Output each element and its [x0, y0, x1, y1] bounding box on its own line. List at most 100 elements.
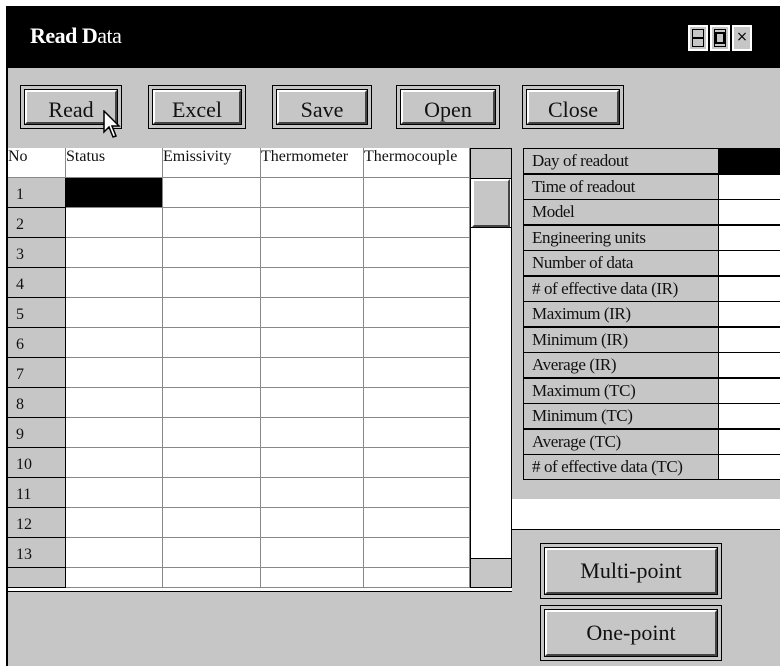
table-cell-emissivity[interactable] — [163, 418, 261, 448]
row-number[interactable]: 10 — [8, 448, 66, 478]
info-label: Engineering units — [523, 224, 719, 251]
table-cell-thermocouple[interactable] — [364, 268, 470, 298]
table-cell-emissivity[interactable] — [163, 268, 261, 298]
table-cell-thermometer[interactable] — [261, 418, 364, 448]
table-cell-emissivity[interactable] — [163, 388, 261, 418]
table-cell-status[interactable] — [66, 388, 163, 418]
column-header-emissivity[interactable]: Emissivity — [163, 148, 261, 178]
table-cell-thermocouple[interactable] — [364, 238, 470, 268]
row-number[interactable]: 4 — [8, 268, 66, 298]
table-cell-status[interactable] — [66, 538, 163, 568]
info-value — [719, 377, 780, 404]
table-cell-thermocouple[interactable] — [364, 388, 470, 418]
save-button[interactable]: Save — [272, 85, 372, 129]
table-cell-status[interactable] — [66, 268, 163, 298]
multi-point-label: Multi-point — [580, 558, 682, 583]
table-cell-thermometer[interactable] — [261, 388, 364, 418]
row-number[interactable]: 3 — [8, 238, 66, 268]
info-label: Minimum (TC) — [523, 403, 719, 429]
excel-button[interactable]: Excel — [148, 85, 246, 129]
info-row: Maximum (TC) — [523, 377, 780, 404]
row-number[interactable]: 12 — [8, 508, 66, 538]
row-number[interactable]: 2 — [8, 208, 66, 238]
table-cell-emissivity[interactable] — [163, 238, 261, 268]
table-cell-status[interactable] — [66, 208, 163, 238]
row-number[interactable]: 1 — [8, 178, 66, 208]
table-cell-thermometer[interactable] — [261, 508, 364, 538]
column-header-thermometer[interactable]: Thermometer — [261, 148, 364, 178]
table-cell-status[interactable] — [66, 328, 163, 358]
table-cell-emissivity[interactable] — [163, 478, 261, 508]
table-cell-thermocouple[interactable] — [364, 538, 470, 568]
table-cell-emissivity[interactable] — [163, 208, 261, 238]
table-cell-emissivity[interactable] — [163, 358, 261, 388]
mouse-pointer-icon — [103, 110, 121, 138]
row-number[interactable]: 8 — [8, 388, 66, 418]
table-cell-thermocouple[interactable] — [364, 508, 470, 538]
table-cell-emissivity[interactable] — [163, 298, 261, 328]
info-value — [719, 275, 780, 302]
table-cell-thermocouple[interactable] — [364, 418, 470, 448]
table-cell-thermocouple[interactable] — [364, 478, 470, 508]
table-cell-thermometer[interactable] — [261, 238, 364, 268]
table-cell-emissivity[interactable] — [163, 328, 261, 358]
row-number[interactable]: 13 — [8, 538, 66, 568]
row-number[interactable]: 7 — [8, 358, 66, 388]
multi-point-button[interactable]: Multi-point — [540, 543, 722, 599]
info-row: # of effective data (TC) — [523, 454, 780, 480]
table-cell-status[interactable] — [66, 448, 163, 478]
info-row: Model — [523, 199, 780, 225]
scrollbar-thumb[interactable] — [472, 179, 510, 227]
table-cell-thermometer[interactable] — [261, 178, 364, 208]
row-number[interactable]: 5 — [8, 298, 66, 328]
table-cell-status[interactable] — [66, 478, 163, 508]
table-cell-emissivity[interactable] — [163, 448, 261, 478]
table-cell-thermometer[interactable] — [261, 208, 364, 238]
column-header-thermocouple[interactable]: Thermocouple — [364, 148, 470, 178]
table-cell-thermocouple[interactable] — [364, 448, 470, 478]
table-cell-status[interactable] — [66, 298, 163, 328]
table-cell-emissivity[interactable] — [163, 178, 261, 208]
table-cell-emissivity[interactable] — [163, 508, 261, 538]
table-cell-thermocouple[interactable] — [364, 328, 470, 358]
vertical-scrollbar[interactable] — [470, 148, 512, 588]
row-number[interactable]: 6 — [8, 328, 66, 358]
info-row: Minimum (TC) — [523, 403, 780, 429]
table-cell-thermometer[interactable] — [261, 328, 364, 358]
table-cell-thermocouple[interactable] — [364, 358, 470, 388]
table-cell-emissivity[interactable] — [163, 538, 261, 568]
table-cell-thermocouple[interactable] — [364, 178, 470, 208]
info-label: Maximum (TC) — [523, 377, 719, 404]
close-icon[interactable]: × — [732, 25, 752, 51]
table-cell-thermometer[interactable] — [261, 448, 364, 478]
table-cell-status[interactable] — [66, 358, 163, 388]
maximize-icon[interactable] — [710, 25, 730, 51]
open-button[interactable]: Open — [396, 85, 500, 129]
table-cell-status[interactable] — [66, 508, 163, 538]
partial-row-cell — [364, 568, 470, 588]
table-cell-thermocouple[interactable] — [364, 208, 470, 238]
table-cell-thermometer[interactable] — [261, 358, 364, 388]
selected-cell[interactable] — [66, 178, 163, 208]
table-cell-thermocouple[interactable] — [364, 298, 470, 328]
info-label: # of effective data (IR) — [523, 275, 719, 302]
column-header-status[interactable]: Status — [66, 148, 163, 178]
column-header-no[interactable]: No — [8, 148, 66, 178]
info-value — [719, 301, 780, 327]
table-cell-thermometer[interactable] — [261, 478, 364, 508]
info-value — [719, 352, 780, 378]
minimize-icon[interactable] — [688, 25, 708, 51]
table-cell-thermometer[interactable] — [261, 538, 364, 568]
title-bar[interactable]: Read Data × — [8, 7, 780, 68]
row-number[interactable]: 11 — [8, 478, 66, 508]
table-cell-thermometer[interactable] — [261, 298, 364, 328]
one-point-button[interactable]: One-point — [540, 605, 722, 661]
close-button[interactable]: Close — [522, 85, 624, 129]
table-cell-status[interactable] — [66, 238, 163, 268]
info-label: Day of readout — [523, 148, 719, 174]
table-cell-thermometer[interactable] — [261, 268, 364, 298]
row-number[interactable]: 9 — [8, 418, 66, 448]
excel-button-label: Excel — [171, 97, 223, 122]
table-cell-status[interactable] — [66, 418, 163, 448]
info-value — [719, 224, 780, 251]
